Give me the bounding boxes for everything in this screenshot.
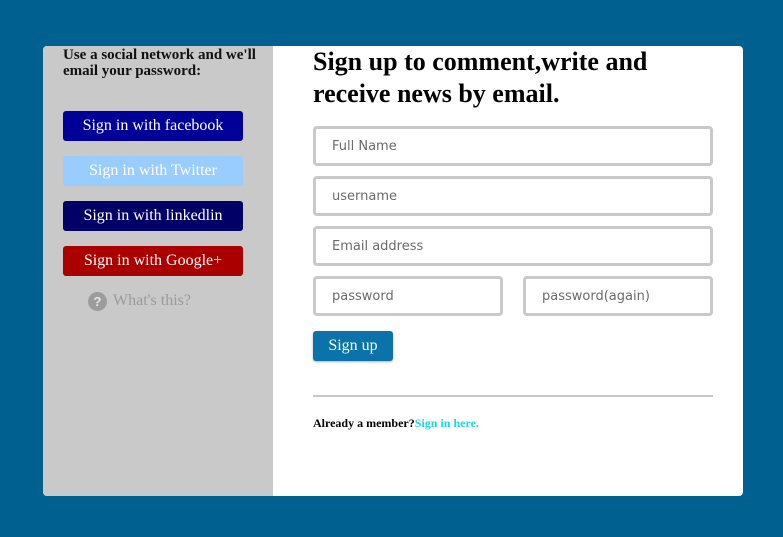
divider bbox=[313, 395, 713, 397]
member-prompt: Already a member?Sign in here. bbox=[313, 416, 479, 431]
signup-form: Sign up to comment,write and receive new… bbox=[313, 46, 713, 496]
member-text: Already a member? bbox=[313, 416, 415, 430]
question-icon: ? bbox=[88, 291, 107, 311]
password-again-field[interactable] bbox=[523, 276, 713, 316]
signup-button[interactable]: Sign up bbox=[313, 331, 393, 361]
email-field[interactable] bbox=[313, 226, 713, 266]
whats-this-link[interactable]: ? What's this? bbox=[88, 291, 191, 311]
signup-card: Use a social network and we'll email you… bbox=[43, 46, 743, 496]
twitter-signin-button[interactable]: Sign in with Twitter bbox=[63, 156, 243, 186]
google-signin-button[interactable]: Sign in with Google+ bbox=[63, 246, 243, 276]
whats-this-label: What's this? bbox=[113, 292, 191, 309]
social-sidebar: Use a social network and we'll email you… bbox=[43, 46, 273, 496]
username-field[interactable] bbox=[313, 176, 713, 216]
social-prompt: Use a social network and we'll email you… bbox=[63, 47, 256, 79]
facebook-signin-button[interactable]: Sign in with facebook bbox=[63, 111, 243, 141]
full-name-field[interactable] bbox=[313, 126, 713, 166]
page-title: Sign up to comment,write and receive new… bbox=[313, 47, 648, 108]
password-field[interactable] bbox=[313, 276, 503, 316]
linkedin-signin-button[interactable]: Sign in with linkedlin bbox=[63, 201, 243, 231]
signin-link[interactable]: Sign in here. bbox=[415, 416, 479, 430]
